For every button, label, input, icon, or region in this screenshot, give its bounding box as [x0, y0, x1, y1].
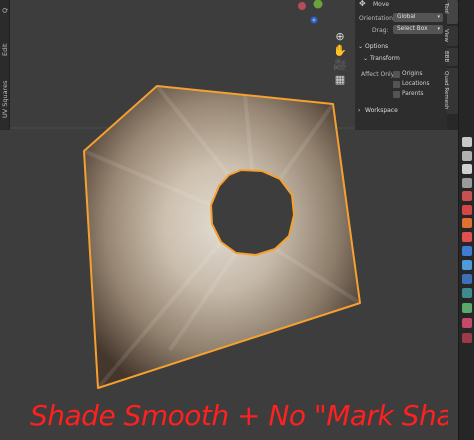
- chevron-down-icon: ⌄: [363, 55, 369, 62]
- drag-value: Select Box: [397, 26, 428, 32]
- options-section[interactable]: ⌄ Options: [355, 41, 447, 52]
- world-properties-icon[interactable]: [462, 205, 472, 215]
- workspace-section[interactable]: › Workspace: [355, 105, 447, 116]
- particles-properties-icon[interactable]: [462, 260, 472, 270]
- tool-properties-icon[interactable]: [462, 137, 472, 147]
- render-properties-icon[interactable]: [462, 151, 472, 161]
- move-header: ✥ Move: [359, 0, 390, 8]
- left-tab-q[interactable]: Q: [0, 0, 9, 14]
- chevron-down-icon: ⌄: [358, 43, 364, 50]
- data-properties-icon[interactable]: [462, 303, 472, 313]
- constraints-properties-icon[interactable]: [462, 288, 472, 298]
- annotation-text: Shade Smooth + No "Mark Sharp": [30, 399, 448, 432]
- physics-properties-icon[interactable]: [462, 274, 472, 284]
- tab-quad-remesh[interactable]: Quad Remesh: [443, 68, 458, 114]
- sidebar-tabs: Tool View BBB Quad Remesh: [443, 0, 458, 130]
- orientation-label: Orientation: [359, 15, 393, 22]
- material-properties-icon[interactable]: [462, 318, 472, 328]
- affect-only-label: Affect Only: [361, 71, 395, 78]
- orientation-value: Global: [397, 14, 416, 20]
- origins-checkbox[interactable]: [393, 71, 400, 78]
- move-icon: ✥: [359, 0, 366, 8]
- tab-tool[interactable]: Tool: [443, 0, 458, 24]
- texture-properties-icon[interactable]: [462, 333, 472, 343]
- chevron-right-icon: ›: [358, 107, 361, 114]
- chevron-down-icon: ▾: [437, 14, 440, 20]
- scene-properties-icon[interactable]: [462, 191, 472, 201]
- left-tab-edit[interactable]: Edit: [0, 18, 9, 58]
- drag-label: Drag:: [372, 27, 389, 34]
- parents-checkbox[interactable]: [393, 91, 400, 98]
- zoom-icon[interactable]: ⊕: [333, 30, 347, 44]
- origins-label: Origins: [402, 71, 423, 77]
- view-layer-icon[interactable]: [462, 178, 472, 188]
- chevron-down-icon: ▾: [437, 26, 440, 32]
- orientation-select[interactable]: Global ▾: [393, 13, 443, 22]
- handwritten-annotation: Shade Smooth + No "Mark Sharp": [30, 399, 448, 432]
- properties-tab-strip: [458, 0, 474, 440]
- drag-select[interactable]: Select Box ▾: [393, 25, 443, 34]
- hole-outline: [210, 169, 295, 256]
- gizmo-axis-icon[interactable]: [290, 0, 340, 30]
- tab-view[interactable]: View: [443, 26, 458, 46]
- object-properties-icon[interactable]: [462, 232, 472, 242]
- modifier-properties-icon[interactable]: [462, 246, 472, 256]
- collection-properties-icon[interactable]: [462, 218, 472, 228]
- output-properties-icon[interactable]: [462, 164, 472, 174]
- camera-icon[interactable]: 🎥: [333, 58, 347, 72]
- sidebar-tool-panel: ✥ Move Orientation Global ▾ Drag: Select …: [355, 0, 447, 130]
- locations-label: Locations: [402, 81, 430, 87]
- left-tab-strip: Q Edit UV Squares: [0, 0, 10, 130]
- tab-bbb[interactable]: BBB: [443, 48, 458, 66]
- left-tab-uv-squares[interactable]: UV Squares: [0, 60, 9, 120]
- transform-subsection[interactable]: ⌄ Transform: [355, 53, 447, 64]
- grid-icon[interactable]: ▦: [333, 73, 347, 87]
- grab-hand-icon[interactable]: ✋: [333, 44, 347, 58]
- locations-checkbox[interactable]: [393, 81, 400, 88]
- parents-label: Parents: [402, 91, 424, 97]
